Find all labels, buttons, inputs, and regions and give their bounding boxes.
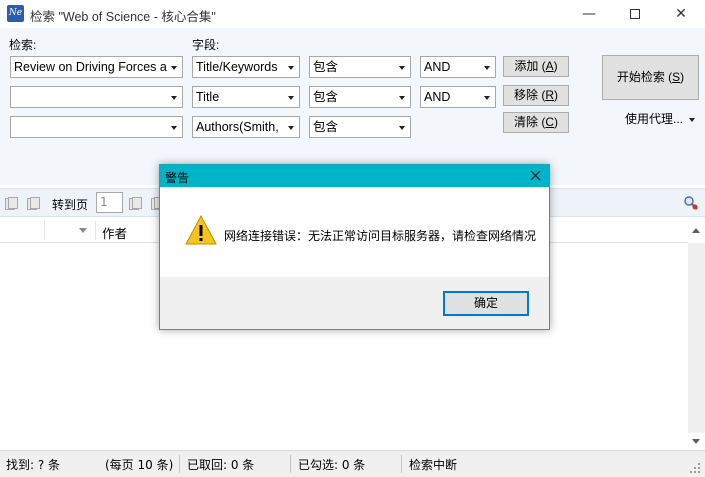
chevron-down-icon bbox=[689, 117, 696, 122]
scroll-down-button[interactable] bbox=[688, 433, 705, 450]
field-label: 字段: bbox=[192, 38, 220, 52]
goto-page-label: 转到页 bbox=[52, 198, 89, 212]
chevron-down-icon bbox=[397, 117, 407, 137]
first-page-icon[interactable] bbox=[5, 197, 19, 211]
status-checked: 已勾选: 0 条 bbox=[298, 458, 366, 472]
resize-grip[interactable] bbox=[688, 461, 702, 475]
ok-button[interactable]: 确定 bbox=[443, 291, 529, 316]
dialog-footer: 确定 bbox=[160, 277, 549, 329]
field-select-2[interactable]: Title bbox=[192, 86, 300, 108]
chevron-down-icon bbox=[286, 87, 296, 107]
remove-button-label: 移除 ( bbox=[513, 88, 546, 102]
start-search-key: S bbox=[672, 70, 681, 84]
maximize-icon bbox=[630, 9, 640, 19]
scroll-up-button[interactable] bbox=[688, 218, 705, 243]
field-select-3-text: Authors(Smith, bbox=[196, 120, 279, 134]
remove-button-key: R bbox=[545, 88, 554, 102]
clear-button-end: ) bbox=[554, 115, 558, 129]
query-input-1[interactable]: Review on Driving Forces a bbox=[10, 56, 183, 78]
prev-page-icon[interactable] bbox=[27, 197, 41, 211]
chevron-down-icon bbox=[286, 117, 296, 137]
status-found: 找到: ? 条 bbox=[6, 458, 61, 472]
operator-select-1[interactable]: AND bbox=[420, 56, 496, 78]
add-button[interactable]: 添加 (A) bbox=[503, 56, 569, 77]
chevron-down-icon bbox=[397, 57, 407, 77]
chevron-down-icon bbox=[286, 57, 296, 77]
field-select-2-text: Title bbox=[196, 90, 220, 104]
proxy-dropdown[interactable]: 使用代理... bbox=[625, 110, 696, 127]
add-button-end: ) bbox=[553, 59, 558, 73]
query-input-2[interactable] bbox=[10, 86, 183, 108]
warning-icon bbox=[185, 214, 217, 245]
clear-button[interactable]: 清除 (C) bbox=[503, 112, 569, 133]
column-author[interactable]: 作者 bbox=[102, 223, 127, 242]
clear-button-label: 清除 ( bbox=[513, 115, 546, 129]
search-user-icon[interactable] bbox=[683, 195, 699, 211]
title-bar: Ne 检索 "Web of Science - 核心合集" — ✕ bbox=[0, 0, 705, 28]
vertical-scrollbar[interactable] bbox=[688, 243, 705, 433]
field-select-1-text: Title/Keywords bbox=[196, 60, 278, 74]
match-select-1-text: 包含 bbox=[313, 60, 339, 74]
operator-select-1-text: AND bbox=[424, 60, 451, 74]
remove-button[interactable]: 移除 (R) bbox=[503, 85, 569, 106]
match-select-2[interactable]: 包含 bbox=[309, 86, 411, 108]
match-select-3-text: 包含 bbox=[313, 120, 339, 134]
start-search-label: 开始检索 ( bbox=[616, 70, 673, 84]
window-title: 检索 "Web of Science - 核心合集" bbox=[30, 10, 216, 24]
dialog-message: 网络连接错误：无法正常访问目标服务器，请检查网络情况 bbox=[224, 229, 537, 243]
status-per-page: (每页 10 条) bbox=[105, 458, 174, 472]
status-retrieved: 已取回: 0 条 bbox=[187, 458, 255, 472]
add-button-key: A bbox=[545, 59, 554, 73]
match-select-1[interactable]: 包含 bbox=[309, 56, 411, 78]
chevron-down-icon bbox=[169, 57, 179, 77]
start-search-button[interactable]: 开始检索 (S) bbox=[602, 55, 699, 100]
query-input-3[interactable] bbox=[10, 116, 183, 138]
page-number-input[interactable]: 1 bbox=[96, 192, 123, 213]
field-select-3[interactable]: Authors(Smith, bbox=[192, 116, 300, 138]
search-panel: 检索: 字段: Review on Driving Forces a Title… bbox=[0, 28, 705, 185]
clear-button-key: C bbox=[545, 115, 554, 129]
chevron-down-icon bbox=[169, 117, 179, 137]
dialog-close-icon[interactable] bbox=[522, 165, 549, 187]
proxy-dropdown-label: 使用代理... bbox=[625, 112, 684, 126]
query-input-1-text: Review on Driving Forces a bbox=[14, 60, 167, 74]
minimize-button[interactable]: — bbox=[566, 0, 612, 28]
operator-select-2-text: AND bbox=[424, 90, 451, 104]
next-page-icon[interactable] bbox=[129, 197, 143, 211]
status-message: 检索中断 bbox=[409, 458, 458, 472]
query-label: 检索: bbox=[9, 38, 37, 52]
warning-dialog: 警告 网络连接错误：无法正常访问目标服务器，请检查网络情况 确定 bbox=[159, 164, 550, 330]
chevron-down-icon bbox=[397, 87, 407, 107]
start-search-end: ) bbox=[680, 70, 685, 84]
field-select-1[interactable]: Title/Keywords bbox=[192, 56, 300, 78]
status-bar: 找到: ? 条 (每页 10 条) 已取回: 0 条 已勾选: 0 条 检索中断 bbox=[0, 450, 705, 477]
operator-select-2[interactable]: AND bbox=[420, 86, 496, 108]
match-select-3[interactable]: 包含 bbox=[309, 116, 411, 138]
close-button[interactable]: ✕ bbox=[658, 0, 704, 28]
chevron-down-icon bbox=[482, 87, 492, 107]
remove-button-end: ) bbox=[554, 88, 558, 102]
add-button-label: 添加 ( bbox=[514, 59, 546, 73]
dialog-title-bar: 警告 bbox=[160, 165, 549, 187]
chevron-down-icon bbox=[169, 87, 179, 107]
sort-down-icon[interactable] bbox=[79, 228, 87, 233]
app-logo-icon: Ne bbox=[7, 5, 24, 22]
chevron-down-icon bbox=[482, 57, 492, 77]
match-select-2-text: 包含 bbox=[313, 90, 339, 104]
dialog-title: 警告 bbox=[165, 171, 190, 185]
maximize-button[interactable] bbox=[612, 0, 658, 28]
